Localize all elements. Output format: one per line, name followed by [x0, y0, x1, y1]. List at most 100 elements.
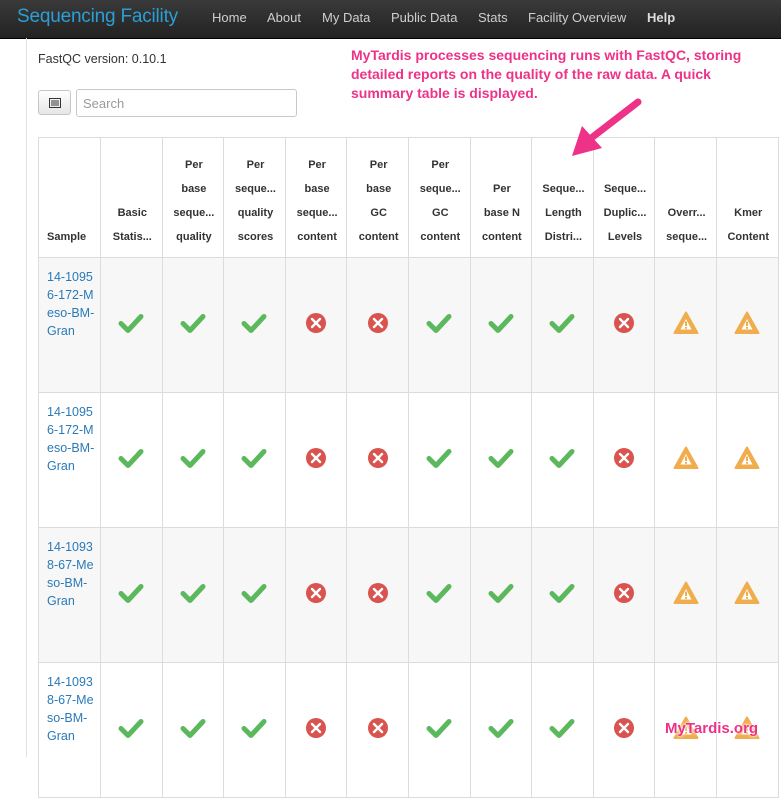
header-label-line: Content [727, 231, 769, 243]
status-cell [715, 392, 779, 528]
sample-link[interactable]: 14-10956-172-Meso-BM-Gran [47, 403, 96, 475]
column-header[interactable]: Per base seque... quality [161, 137, 225, 258]
fail-cross-icon[interactable] [365, 310, 391, 336]
fail-cross-icon[interactable] [365, 580, 391, 606]
annotation-callout: MyTardis processes sequencing runs with … [351, 47, 742, 101]
warning-icon[interactable] [673, 310, 699, 336]
header-label-line: seque... [419, 183, 461, 195]
column-header[interactable]: Per base GC content [346, 137, 409, 258]
pass-check-icon[interactable] [426, 310, 452, 336]
status-cell [161, 257, 225, 393]
header-label-line: Seque... [603, 183, 647, 195]
pass-check-icon[interactable] [488, 580, 514, 606]
pass-check-icon[interactable] [118, 715, 144, 741]
pass-check-icon[interactable] [180, 445, 206, 471]
pass-check-icon[interactable] [426, 445, 452, 471]
pass-check-icon[interactable] [241, 580, 267, 606]
header-sample[interactable]: Sample [38, 137, 101, 258]
pass-check-icon[interactable] [118, 445, 144, 471]
status-cell [284, 392, 348, 528]
pass-check-icon[interactable] [488, 310, 514, 336]
header-label-line: seque... [235, 183, 276, 195]
nav-home[interactable]: Home [212, 10, 247, 25]
sample-link[interactable]: 14-10956-172-Meso-BM-Gran [47, 268, 96, 340]
fail-cross-icon[interactable] [303, 445, 329, 471]
header-label-line: Distri... [544, 231, 583, 243]
pass-check-icon[interactable] [549, 580, 575, 606]
fail-cross-icon[interactable] [611, 445, 637, 471]
fail-cross-icon[interactable] [303, 580, 329, 606]
fail-cross-icon[interactable] [611, 580, 637, 606]
header-label-line: quality [237, 207, 274, 219]
sample-cell: 14-10938-67-Meso-BM-Gran [38, 662, 101, 798]
status-cell [592, 257, 656, 393]
table-row: 14-10938-67-Meso-BM-Gran [38, 527, 779, 663]
nav-facility-overview[interactable]: Facility Overview [528, 10, 626, 25]
pass-check-icon[interactable] [241, 715, 267, 741]
column-toggle-button[interactable] [38, 90, 71, 115]
header-label-line: Overr... [667, 207, 706, 219]
sample-link[interactable]: 14-10938-67-Meso-BM-Gran [47, 673, 96, 745]
pass-check-icon[interactable] [488, 445, 514, 471]
pass-check-icon[interactable] [118, 310, 144, 336]
header-label-line: Kmer [734, 207, 763, 219]
pass-check-icon[interactable] [549, 445, 575, 471]
pass-check-icon[interactable] [549, 310, 575, 336]
fastqc-version: FastQC version: 0.10.1 [38, 52, 167, 66]
pass-check-icon[interactable] [426, 715, 452, 741]
header-label-line: Per [246, 159, 265, 171]
pass-check-icon[interactable] [180, 715, 206, 741]
header-label-line: Duplic... [603, 207, 647, 219]
table-row: 14-10956-172-Meso-BM-Gran [38, 257, 779, 393]
pass-check-icon[interactable] [241, 445, 267, 471]
status-cell [284, 662, 348, 798]
status-cell [346, 392, 409, 528]
fail-cross-icon[interactable] [303, 715, 329, 741]
header-label-line: content [358, 231, 399, 243]
nav-about[interactable]: About [267, 10, 301, 25]
column-header[interactable]: Basic Statis... [100, 137, 163, 258]
status-cell [715, 257, 779, 393]
fail-cross-icon[interactable] [611, 310, 637, 336]
column-header[interactable]: Per seque... quality scores [223, 137, 286, 258]
column-header[interactable]: Overr... seque... [654, 137, 717, 258]
warning-icon[interactable] [734, 310, 760, 336]
status-cell [592, 527, 656, 663]
brand-link[interactable]: Sequencing Facility [17, 6, 178, 28]
warning-icon[interactable] [673, 580, 699, 606]
nav-stats[interactable]: Stats [478, 10, 508, 25]
status-cell [407, 527, 471, 663]
fail-cross-icon[interactable] [365, 715, 391, 741]
pass-check-icon[interactable] [118, 580, 144, 606]
header-label-line: base [181, 183, 207, 195]
status-cell [469, 662, 533, 798]
list-icon [49, 98, 61, 108]
pass-check-icon[interactable] [180, 310, 206, 336]
nav-help[interactable]: Help [647, 10, 675, 25]
fail-cross-icon[interactable] [365, 445, 391, 471]
pass-check-icon[interactable] [241, 310, 267, 336]
nav-public-data[interactable]: Public Data [391, 10, 457, 25]
sample-cell: 14-10938-67-Meso-BM-Gran [38, 527, 101, 663]
fail-cross-icon[interactable] [303, 310, 329, 336]
pass-check-icon[interactable] [426, 580, 452, 606]
sample-link[interactable]: 14-10938-67-Meso-BM-Gran [47, 538, 96, 610]
header-label-line: GC [432, 207, 449, 219]
warning-icon[interactable] [734, 445, 760, 471]
pass-check-icon[interactable] [549, 715, 575, 741]
column-header[interactable]: Per base N content [469, 137, 533, 258]
column-header[interactable]: Kmer Content [715, 137, 779, 258]
nav-my-data[interactable]: My Data [322, 10, 370, 25]
status-cell [223, 527, 286, 663]
warning-icon[interactable] [734, 580, 760, 606]
search-input[interactable] [76, 89, 297, 117]
fail-cross-icon[interactable] [611, 715, 637, 741]
column-header[interactable]: Per seque... GC content [407, 137, 471, 258]
warning-icon[interactable] [673, 445, 699, 471]
pass-check-icon[interactable] [488, 715, 514, 741]
content-left-border [26, 38, 27, 757]
header-label-line: Basic [117, 207, 147, 219]
pass-check-icon[interactable] [180, 580, 206, 606]
header-label-line: Seque... [542, 183, 585, 195]
column-header[interactable]: Per base seque... content [284, 137, 348, 258]
